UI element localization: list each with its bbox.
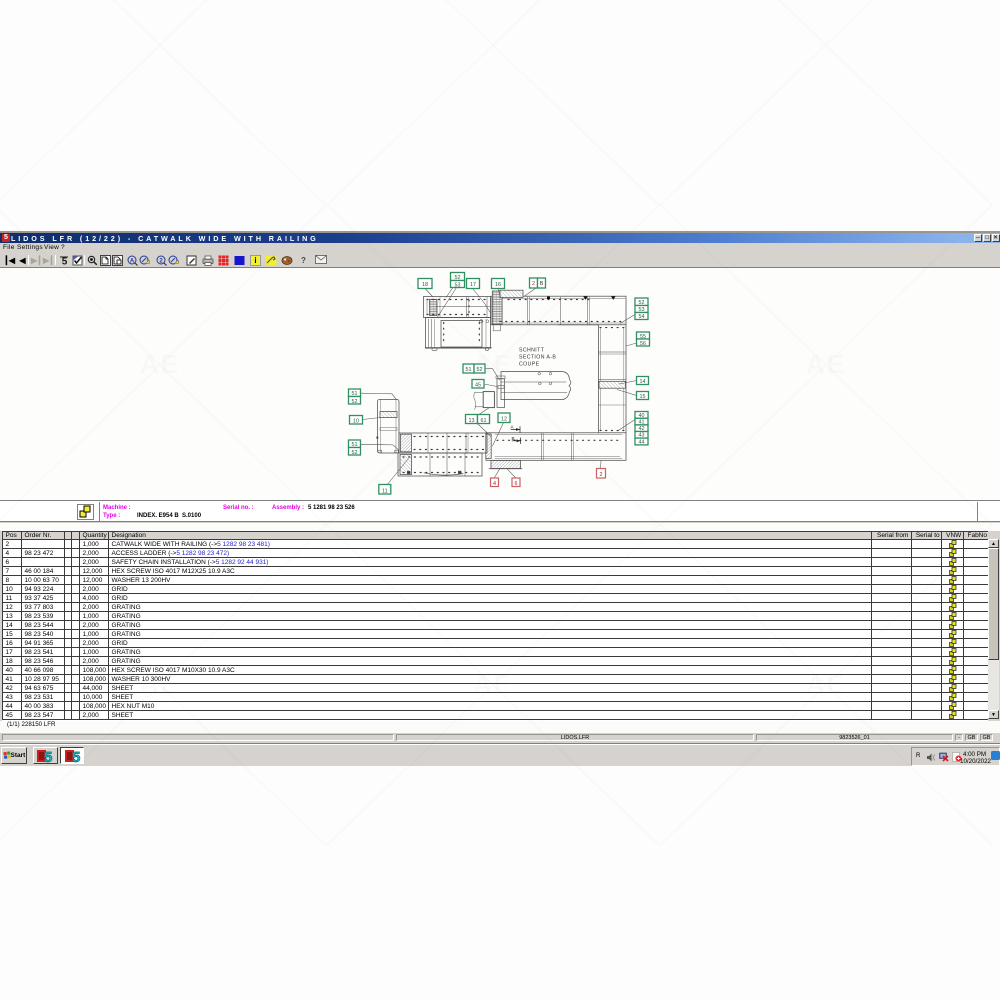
svg-text:51: 51 [466,367,472,373]
svg-text:B: B [512,436,515,441]
svg-text:61: 61 [481,418,487,424]
svg-text:COUPE: COUPE [519,362,540,368]
svg-text:52: 52 [352,450,358,456]
svg-text:18: 18 [422,282,428,288]
svg-text:5: 5 [62,257,68,267]
svg-text:16: 16 [495,282,501,288]
svg-text:55: 55 [640,334,646,340]
svg-text:44: 44 [639,439,645,445]
svg-text:53: 53 [455,283,461,289]
svg-text:SECTION A-B: SECTION A-B [519,355,556,361]
svg-text:40: 40 [639,413,645,419]
svg-text:15: 15 [640,394,646,400]
svg-text:2: 2 [532,281,535,287]
svg-text:11: 11 [382,488,388,494]
svg-text:54: 54 [639,314,645,320]
svg-text:4: 4 [493,481,496,487]
svg-text:56: 56 [640,341,646,347]
svg-text:52: 52 [477,367,483,373]
svg-text:45: 45 [475,383,481,389]
svg-text:43: 43 [639,433,645,439]
svg-text:A: A [511,425,515,430]
svg-text:52: 52 [639,300,645,306]
svg-text:6: 6 [515,481,518,487]
svg-text:12: 12 [501,417,507,423]
svg-text:17: 17 [470,282,476,288]
svg-text:41: 41 [639,419,645,425]
svg-text:A: A [130,259,135,265]
svg-text:52: 52 [352,399,358,405]
svg-text:51: 51 [352,442,358,448]
svg-text:5: 5 [72,749,80,764]
svg-text:5: 5 [44,749,52,764]
svg-text:53: 53 [639,307,645,313]
svg-text:51: 51 [352,391,358,397]
svg-text:42: 42 [639,426,645,432]
svg-text:10: 10 [353,419,359,425]
svg-text:13: 13 [469,418,475,424]
svg-text:B: B [540,281,544,287]
svg-text:14: 14 [640,379,646,385]
svg-text:SCHNITT: SCHNITT [519,348,545,354]
svg-text:52: 52 [455,275,461,281]
svg-text:2: 2 [600,472,603,478]
